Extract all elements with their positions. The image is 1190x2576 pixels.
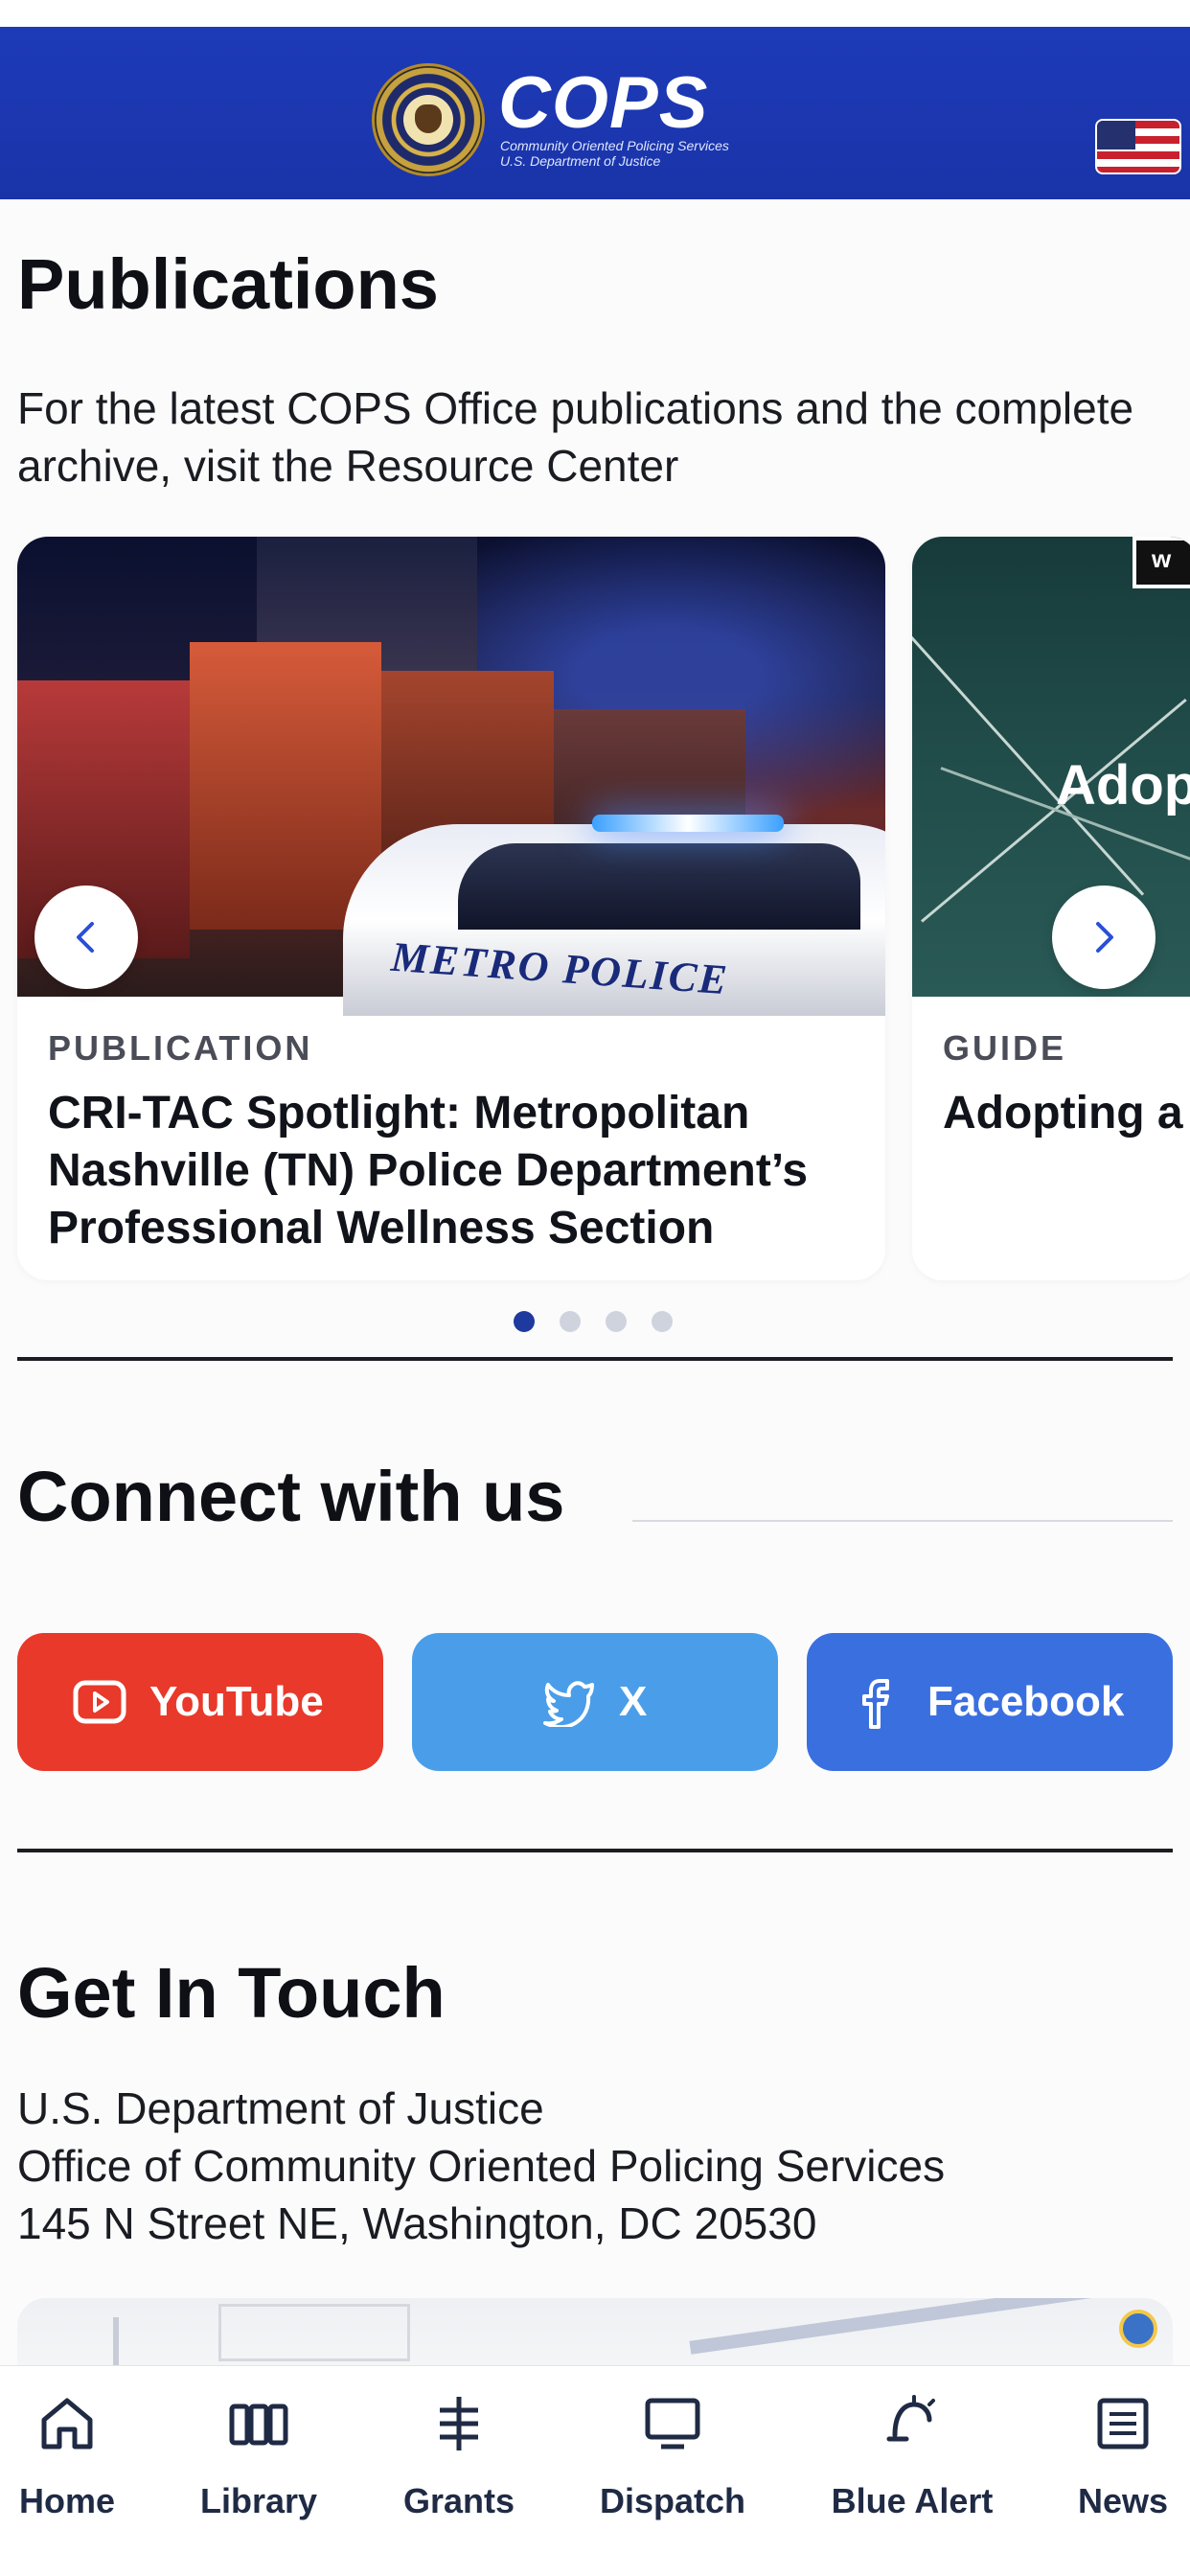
connect-title-rule — [632, 1520, 1173, 1522]
tab-label: Dispatch — [599, 2481, 746, 2520]
card-type-label: GUIDE — [943, 1028, 1067, 1068]
bottom-tab-bar: Home Library Grants Dispatch Blue Alert … — [0, 2365, 1190, 2576]
cops-logo-title: COPS — [498, 62, 709, 144]
carousel-prev-button[interactable] — [34, 886, 138, 989]
youtube-label: YouTube — [149, 1678, 324, 1725]
tab-label: Home — [18, 2481, 116, 2520]
location-map[interactable] — [17, 2298, 1173, 2365]
doj-seal-logo — [372, 63, 485, 176]
publication-card[interactable]: METRO POLICE PUBLICATION CRI-TAC Spotlig… — [17, 537, 885, 1280]
home-icon — [41, 2398, 93, 2450]
cops-logo-subtitle: Community Oriented Policing Services U.S… — [500, 138, 729, 169]
tab-label: Grants — [402, 2481, 515, 2520]
section-divider — [17, 1357, 1173, 1361]
x-button[interactable]: X — [412, 1633, 778, 1771]
publications-title: Publications — [17, 244, 439, 324]
image-caption-text: Adop — [1056, 754, 1190, 816]
page-dot-4[interactable] — [652, 1311, 673, 1332]
twitter-bird-icon — [543, 1681, 594, 1727]
section-divider — [17, 1849, 1173, 1852]
address-line: 145 N Street NE, Washington, DC 20530 — [17, 2198, 817, 2248]
facebook-icon — [862, 1679, 889, 1729]
chevron-right-icon — [1096, 922, 1113, 953]
publications-description[interactable]: For the latest COPS Office publications … — [17, 380, 1148, 494]
publication-card[interactable]: w Adop GUIDE Adopting a Police Stat — [912, 537, 1190, 1280]
grants-icon — [440, 2397, 478, 2450]
tab-news[interactable]: News — [1037, 2393, 1190, 2537]
library-icon — [229, 2404, 288, 2446]
map-location-icon[interactable] — [1119, 2310, 1157, 2348]
address-line: U.S. Department of Justice — [17, 2083, 544, 2133]
tab-library[interactable]: Library — [172, 2393, 345, 2537]
contact-address: U.S. Department of Justice Office of Com… — [17, 2080, 945, 2252]
page-dot-1[interactable] — [514, 1311, 535, 1332]
page-dot-3[interactable] — [606, 1311, 627, 1332]
tab-label: News — [1077, 2481, 1169, 2520]
get-in-touch-title: Get In Touch — [17, 1953, 446, 2033]
tab-blue-alert[interactable]: Blue Alert — [826, 2393, 998, 2537]
tab-label: Blue Alert — [831, 2481, 994, 2520]
tab-label: Library — [199, 2481, 318, 2520]
card-title[interactable]: CRI-TAC Spotlight: Metropolitan Nashvill… — [48, 1085, 872, 1257]
status-bar — [0, 0, 1190, 27]
app-header: COPS Community Oriented Policing Service… — [0, 27, 1190, 199]
x-label: X — [619, 1678, 648, 1725]
dispatch-icon — [645, 2398, 700, 2450]
tab-home[interactable]: Home — [0, 2393, 153, 2537]
us-flag-icon[interactable] — [1095, 119, 1181, 174]
card-title[interactable]: Adopting a Police Stat — [943, 1085, 1190, 1142]
blue-alert-icon — [886, 2395, 935, 2442]
address-line: Office of Community Oriented Policing Se… — [17, 2141, 946, 2191]
facebook-button[interactable]: Facebook — [807, 1633, 1173, 1771]
card-type-label: PUBLICATION — [48, 1028, 313, 1068]
chevron-left-icon — [77, 922, 94, 953]
page-dot-2[interactable] — [560, 1311, 581, 1332]
news-icon — [1097, 2398, 1149, 2450]
connect-title: Connect with us — [17, 1457, 565, 1536]
tab-grants[interactable]: Grants — [373, 2393, 545, 2537]
youtube-button[interactable]: YouTube — [17, 1633, 383, 1771]
image-tag-text: w — [1133, 537, 1190, 588]
facebook-label: Facebook — [927, 1678, 1125, 1725]
youtube-icon — [73, 1680, 126, 1724]
tab-dispatch[interactable]: Dispatch — [586, 2393, 759, 2537]
carousel-next-button[interactable] — [1052, 886, 1156, 989]
publication-image: METRO POLICE — [17, 537, 885, 1016]
